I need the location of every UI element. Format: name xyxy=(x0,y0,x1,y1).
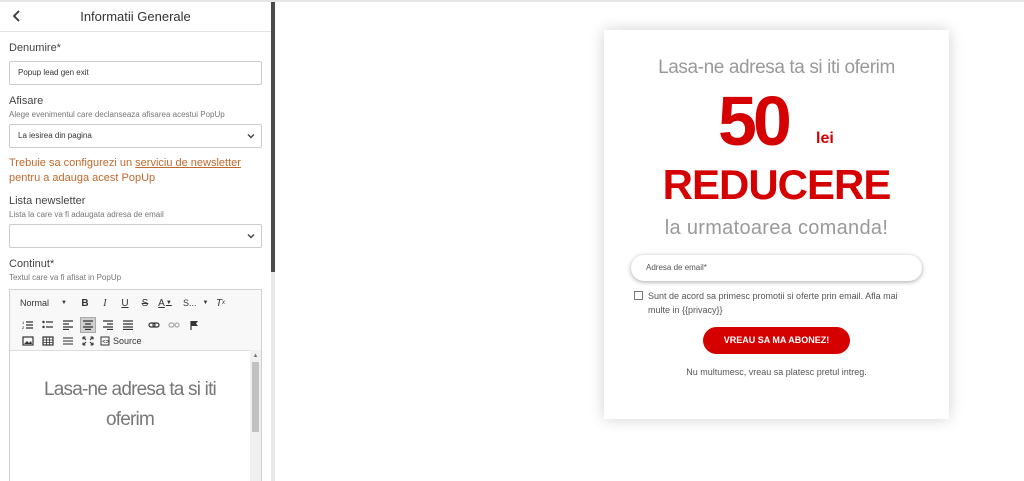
newsletter-service-link[interactable]: serviciu de newsletter xyxy=(135,157,241,169)
source-button[interactable]: <> Source xyxy=(100,333,142,349)
scroll-up-icon[interactable]: ▲ xyxy=(250,351,261,361)
anchor-flag-icon[interactable] xyxy=(186,317,202,333)
decline-link[interactable]: Nu multumesc, vreau sa platesc pretul in… xyxy=(604,367,949,377)
display-select[interactable]: La iesirea din pagina xyxy=(9,124,262,148)
popup-preview: Lasa-ne adresa ta si iti oferim 50 lei R… xyxy=(604,30,949,419)
align-right-icon[interactable] xyxy=(100,317,116,333)
format-label: Normal xyxy=(20,298,50,308)
popup-headline: Lasa-ne adresa ta si iti oferim xyxy=(658,57,895,78)
maximize-icon[interactable] xyxy=(80,333,96,349)
newsletter-warning: Trebuie sa configurezi un serviciu de ne… xyxy=(9,156,264,186)
link-icon[interactable] xyxy=(146,317,162,333)
image-icon[interactable] xyxy=(20,333,36,349)
editor-scrollbar-thumb[interactable] xyxy=(252,362,259,432)
underline-icon[interactable]: U xyxy=(117,295,133,311)
svg-text:<>: <> xyxy=(102,340,110,346)
format-dropdown[interactable]: Normal ▼ xyxy=(20,295,67,311)
rich-text-editor: Normal ▼ B I U S A ▼ S... ▼ Tx 12 <> Sou… xyxy=(9,289,262,481)
strikethrough-icon[interactable]: S xyxy=(137,295,153,311)
italic-icon[interactable]: I xyxy=(97,295,113,311)
bold-icon[interactable]: B xyxy=(77,295,93,311)
content-label: Continut* xyxy=(9,258,55,270)
svg-text:2: 2 xyxy=(22,325,25,330)
caret-down-icon: ▼ xyxy=(202,300,209,306)
newsletter-hint: Lista la care va fi adaugata adresa de e… xyxy=(9,210,164,219)
name-label: Denumire* xyxy=(9,42,61,54)
numbered-list-icon[interactable]: 12 xyxy=(20,317,36,333)
editor-content-text: Lasa-ne adresa ta si iti oferim xyxy=(44,379,217,430)
caret-down-icon: ▼ xyxy=(61,300,67,306)
display-select-value: La iesirea din pagina xyxy=(18,131,92,140)
popup-email-input[interactable]: Adresa de email* xyxy=(631,255,922,281)
align-left-icon[interactable] xyxy=(60,317,76,333)
popup-discount: REDUCERE xyxy=(662,161,892,208)
warning-suffix: pentru a adauga acest PopUp xyxy=(9,172,156,184)
bullet-list-icon[interactable] xyxy=(40,317,56,333)
settings-panel: Informatii Generale Denumire* Popup lead… xyxy=(0,2,271,481)
align-justify-icon[interactable] xyxy=(120,317,136,333)
editor-toolbar-row-3: <> Source xyxy=(20,332,146,350)
popup-subline: la urmatoarea comanda! xyxy=(664,217,889,239)
display-hint: Alege evenimentul care declanseaza afisa… xyxy=(9,110,225,119)
display-label: Afisare xyxy=(9,95,44,107)
source-label: Source xyxy=(113,336,142,346)
editor-content-area[interactable]: Lasa-ne adresa ta si iti oferim xyxy=(10,350,250,481)
subscribe-button[interactable]: VREAU SA MA ABONEZ! xyxy=(703,327,850,354)
size-label: S... xyxy=(182,298,197,308)
popup-amount: 50 xyxy=(718,82,792,160)
consent-checkbox[interactable] xyxy=(634,291,643,300)
popup-currency: lei xyxy=(816,130,834,147)
text-color-icon[interactable]: A ▼ xyxy=(157,295,173,311)
align-center-icon[interactable] xyxy=(80,317,96,333)
content-hint: Textul care va fi afisat in PopUp xyxy=(9,273,122,282)
editor-toolbar-row-1: Normal ▼ B I U S A ▼ S... ▼ Tx xyxy=(20,294,232,312)
newsletter-label: Lista newsletter xyxy=(9,195,86,207)
consent-text: Sunt de acord sa primesc promotii si ofe… xyxy=(648,291,898,315)
unlink-icon[interactable] xyxy=(166,317,182,333)
panel-scrollbar-thumb[interactable] xyxy=(271,2,275,272)
panel-title: Informatii Generale xyxy=(80,9,191,24)
panel-header: Informatii Generale xyxy=(0,2,271,32)
chevron-down-icon xyxy=(247,234,255,239)
clear-formatting-icon[interactable]: Tx xyxy=(212,295,228,311)
chevron-down-icon xyxy=(247,134,255,139)
font-size-dropdown[interactable]: S... ▼ xyxy=(183,295,208,311)
horizontal-line-icon[interactable] xyxy=(60,333,76,349)
source-icon: <> xyxy=(100,336,110,346)
warning-prefix: Trebuie sa configurezi un xyxy=(9,157,136,169)
name-input[interactable]: Popup lead gen exit xyxy=(9,61,262,85)
table-icon[interactable] xyxy=(40,333,56,349)
newsletter-select[interactable] xyxy=(9,224,262,248)
